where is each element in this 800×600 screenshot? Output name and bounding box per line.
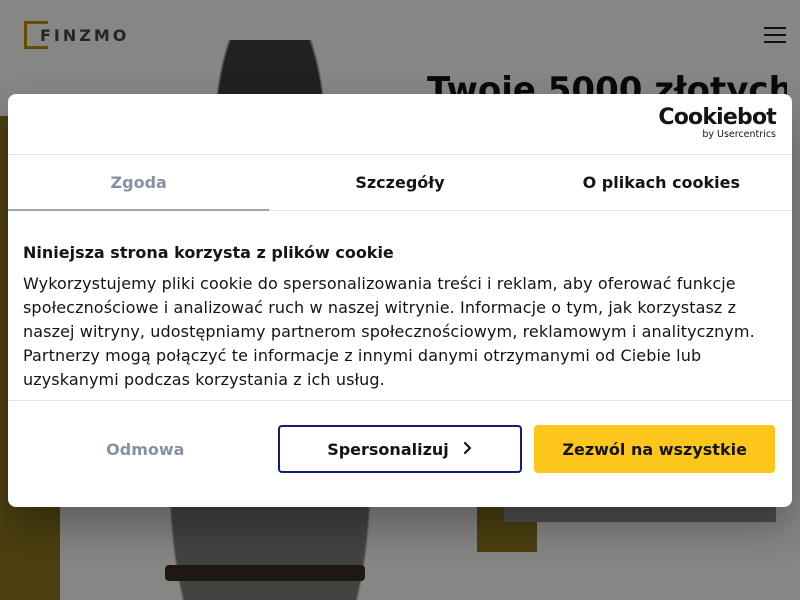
tab-consent[interactable]: Zgoda [8, 155, 270, 211]
cookie-consent-dialog: Cookiebot by Usercentrics Zgoda Szczegół… [8, 94, 792, 507]
allow-all-button-label: Zezwól na wszystkie [562, 439, 747, 459]
customize-button-label: Spersonalizuj [327, 439, 449, 459]
reject-button[interactable]: Odmowa [23, 425, 268, 473]
cookiebot-logo-main: Cookiebot [658, 105, 776, 130]
consent-title: Niniejsza strona korzysta z plików cooki… [23, 243, 394, 262]
tab-details[interactable]: Szczegóły [269, 155, 530, 210]
consent-tabs: Zgoda Szczegóły O plikach cookies [8, 155, 792, 211]
cookiebot-logo[interactable]: Cookiebot by Usercentrics [658, 107, 776, 141]
chevron-right-icon [463, 441, 473, 458]
consent-content: Niniejsza strona korzysta z plików cooki… [8, 211, 792, 401]
customize-button[interactable]: Spersonalizuj [277, 425, 523, 473]
cookiebot-logo-sub: by Usercentrics [702, 129, 776, 140]
consent-body-text: Wykorzystujemy pliki cookie do spersonal… [23, 274, 755, 389]
consent-actions: Odmowa Spersonalizuj Zezwól na wszystkie [8, 401, 792, 497]
dialog-header: Cookiebot by Usercentrics [8, 94, 792, 155]
allow-all-button[interactable]: Zezwól na wszystkie [534, 425, 775, 473]
reject-button-label: Odmowa [106, 439, 185, 459]
tab-about-cookies[interactable]: O plikach cookies [531, 155, 792, 210]
